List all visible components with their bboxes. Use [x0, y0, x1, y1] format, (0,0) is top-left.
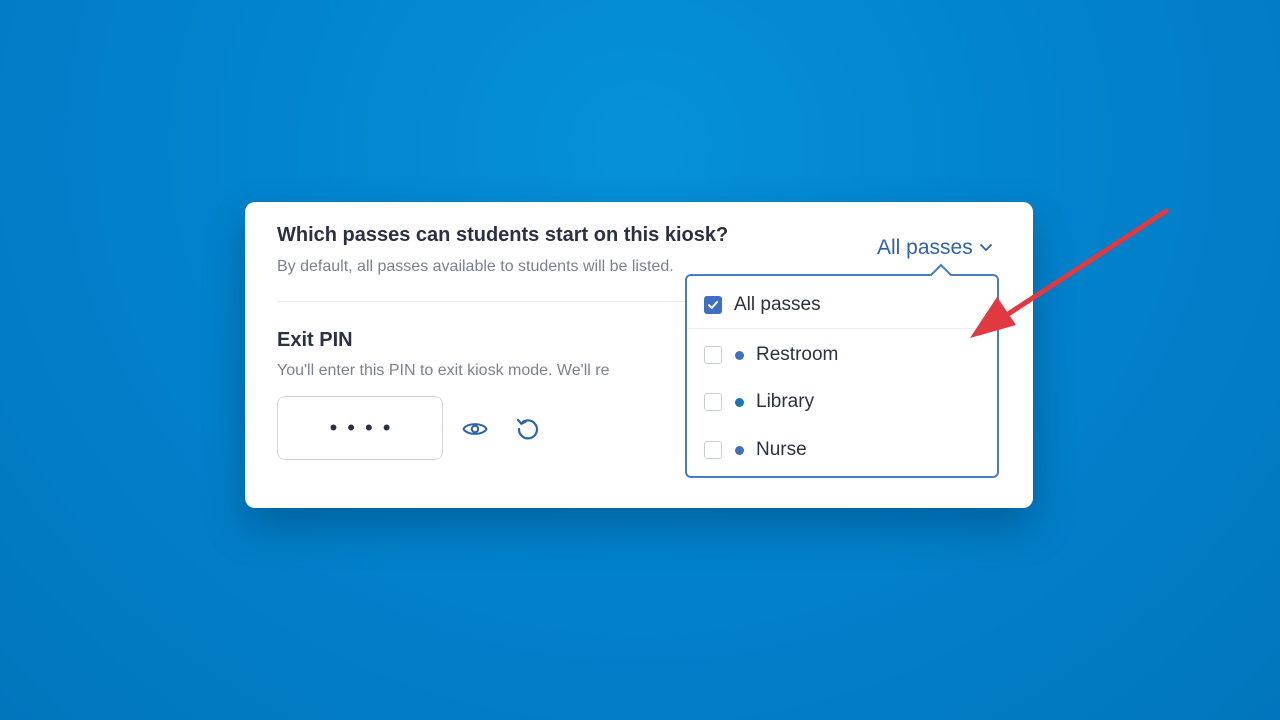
exit-pin-description: You'll enter this PIN to exit kiosk mode…	[277, 362, 610, 379]
option-restroom[interactable]: Restroom	[687, 332, 997, 378]
reset-icon[interactable]	[513, 414, 543, 444]
option-nurse[interactable]: Nurse	[687, 427, 997, 473]
pass-color-dot	[735, 397, 744, 407]
passes-section-description: By default, all passes available to stud…	[277, 258, 674, 275]
pass-color-dot	[735, 445, 744, 455]
option-all-passes[interactable]: All passes	[687, 282, 997, 329]
kiosk-settings-card: Which passes can students start on this …	[245, 202, 1033, 508]
passes-dropdown-selected: All passes	[877, 236, 973, 259]
checkbox-icon[interactable]	[704, 393, 722, 411]
eye-icon[interactable]	[460, 414, 490, 444]
passes-dropdown-menu: All passes Restroom Library Nurse	[685, 263, 999, 478]
pass-color-dot	[735, 350, 744, 360]
passes-section-title: Which passes can students start on this …	[277, 224, 729, 246]
option-label: Nurse	[756, 439, 807, 460]
option-label: All passes	[734, 294, 821, 315]
checkbox-icon[interactable]	[704, 441, 722, 459]
checkbox-checked-icon[interactable]	[704, 296, 722, 314]
exit-pin-input[interactable]: ••••	[277, 396, 443, 460]
exit-pin-title: Exit PIN	[277, 329, 353, 351]
option-label: Restroom	[756, 344, 839, 365]
checkbox-icon[interactable]	[704, 346, 722, 364]
chevron-down-icon	[979, 239, 993, 257]
passes-dropdown-trigger[interactable]: All passes	[877, 236, 993, 260]
option-label: Library	[756, 391, 815, 412]
option-library[interactable]: Library	[687, 379, 997, 425]
